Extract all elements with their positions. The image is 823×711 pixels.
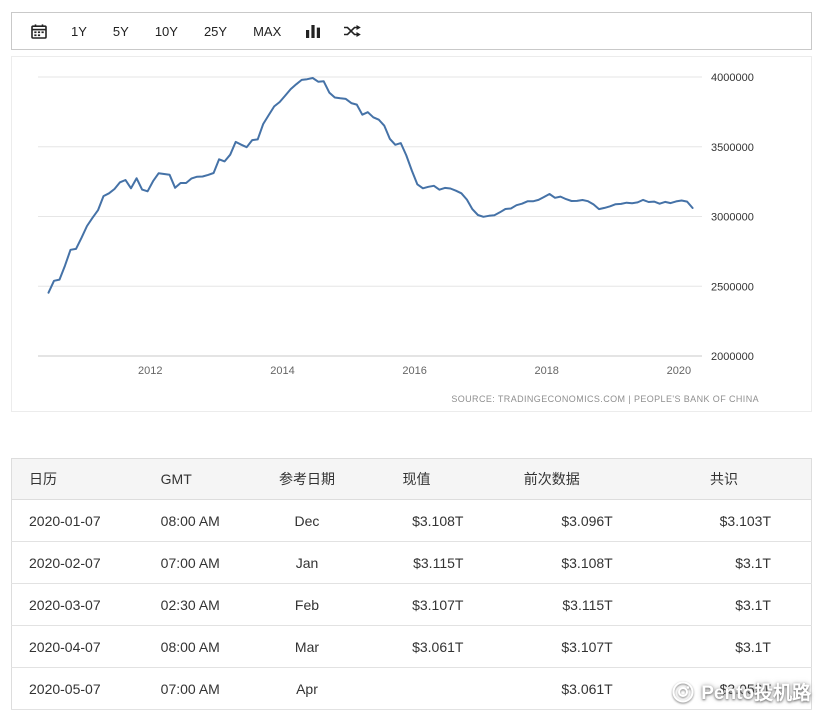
table-cell: $3.107T xyxy=(503,626,652,668)
x-axis-tick-label: 2018 xyxy=(534,365,558,377)
table-header-cell: 共识 xyxy=(653,459,812,500)
table-cell: 2020-01-07 xyxy=(12,500,144,542)
table-header-cell: 前次数据 xyxy=(503,459,652,500)
table-cell: $3.061T xyxy=(353,626,503,668)
calendar-icon xyxy=(31,24,47,39)
shuffle-icon xyxy=(343,24,361,38)
table-header-cell: 现值 xyxy=(353,459,503,500)
table-cell: $3.061T xyxy=(503,668,652,710)
table-cell: Mar xyxy=(261,626,353,668)
table-cell: $3.096T xyxy=(503,500,652,542)
y-axis-tick-label: 3000000 xyxy=(711,212,754,224)
table-cell: $3.1T xyxy=(653,584,812,626)
y-axis-tick-label: 2000000 xyxy=(711,351,754,363)
range-button-10y[interactable]: 10Y xyxy=(142,17,191,46)
table-header-cell: 参考日期 xyxy=(261,459,353,500)
table-cell: 08:00 AM xyxy=(144,626,261,668)
table-cell: 2020-05-07 xyxy=(12,668,144,710)
table-cell: 2020-02-07 xyxy=(12,542,144,584)
table-row[interactable]: 2020-03-0702:30 AMFeb$3.107T$3.115T$3.1T xyxy=(12,584,812,626)
chart-toolbar: 1Y 5Y 10Y 25Y MAX xyxy=(11,12,812,50)
calendar-table: 日历GMT参考日期现值前次数据共识 2020-01-0708:00 AMDec$… xyxy=(11,458,812,710)
table-cell: $3.115T xyxy=(503,584,652,626)
table-row[interactable]: 2020-05-0707:00 AMApr $3.061T$3.052T xyxy=(12,668,812,710)
x-axis-tick-label: 2020 xyxy=(667,365,691,377)
table-cell: Apr xyxy=(261,668,353,710)
table-cell: $3.052T xyxy=(653,668,812,710)
chart-source: SOURCE: TRADINGECONOMICS.COM | PEOPLE'S … xyxy=(451,394,759,404)
table-cell: $3.107T xyxy=(353,584,503,626)
table-header: 日历GMT参考日期现值前次数据共识 xyxy=(12,459,812,500)
table-row[interactable]: 2020-02-0707:00 AMJan$3.115T$3.108T$3.1T xyxy=(12,542,812,584)
table-cell: $3.1T xyxy=(653,542,812,584)
table-cell: Jan xyxy=(261,542,353,584)
range-button-25y[interactable]: 25Y xyxy=(191,17,240,46)
y-axis-tick-label: 4000000 xyxy=(711,72,754,84)
x-axis-tick-label: 2016 xyxy=(402,365,426,377)
calendar-button[interactable] xyxy=(20,16,58,47)
y-axis-tick-label: 3500000 xyxy=(711,142,754,154)
bar-chart-button[interactable] xyxy=(294,16,332,46)
table-row[interactable]: 2020-01-0708:00 AMDec$3.108T$3.096T$3.10… xyxy=(12,500,812,542)
x-axis-tick-label: 2012 xyxy=(138,365,162,377)
y-axis-tick-label: 2500000 xyxy=(711,281,754,293)
range-button-1y[interactable]: 1Y xyxy=(58,17,100,46)
table-cell xyxy=(353,668,503,710)
table-cell: $3.108T xyxy=(353,500,503,542)
line-chart[interactable]: 2000000 2500000 3000000 3500000 4000000 2012 2… xyxy=(12,57,811,387)
table-header-cell: GMT xyxy=(144,459,261,500)
table-cell: $3.108T xyxy=(503,542,652,584)
table-header-cell: 日历 xyxy=(12,459,144,500)
compare-button[interactable] xyxy=(332,16,372,46)
table-cell: Feb xyxy=(261,584,353,626)
range-button-max[interactable]: MAX xyxy=(240,17,294,46)
table-cell: 08:00 AM xyxy=(144,500,261,542)
table-cell: Dec xyxy=(261,500,353,542)
table-cell: $3.1T xyxy=(653,626,812,668)
page: 1Y 5Y 10Y 25Y MAX 2000000 2500000 3000000 3… xyxy=(0,0,823,710)
table-row[interactable]: 2020-04-0708:00 AMMar$3.061T$3.107T$3.1T xyxy=(12,626,812,668)
table-cell: 02:30 AM xyxy=(144,584,261,626)
bar-chart-icon xyxy=(305,24,321,38)
data-series-line xyxy=(49,78,693,293)
table-cell: 07:00 AM xyxy=(144,542,261,584)
table-cell: $3.115T xyxy=(353,542,503,584)
table-cell: 2020-04-07 xyxy=(12,626,144,668)
chart-container: 2000000 2500000 3000000 3500000 4000000 2012 2… xyxy=(11,56,812,412)
table-cell: 2020-03-07 xyxy=(12,584,144,626)
table-cell: 07:00 AM xyxy=(144,668,261,710)
range-button-5y[interactable]: 5Y xyxy=(100,17,142,46)
table-cell: $3.103T xyxy=(653,500,812,542)
x-axis-tick-label: 2014 xyxy=(270,365,294,377)
